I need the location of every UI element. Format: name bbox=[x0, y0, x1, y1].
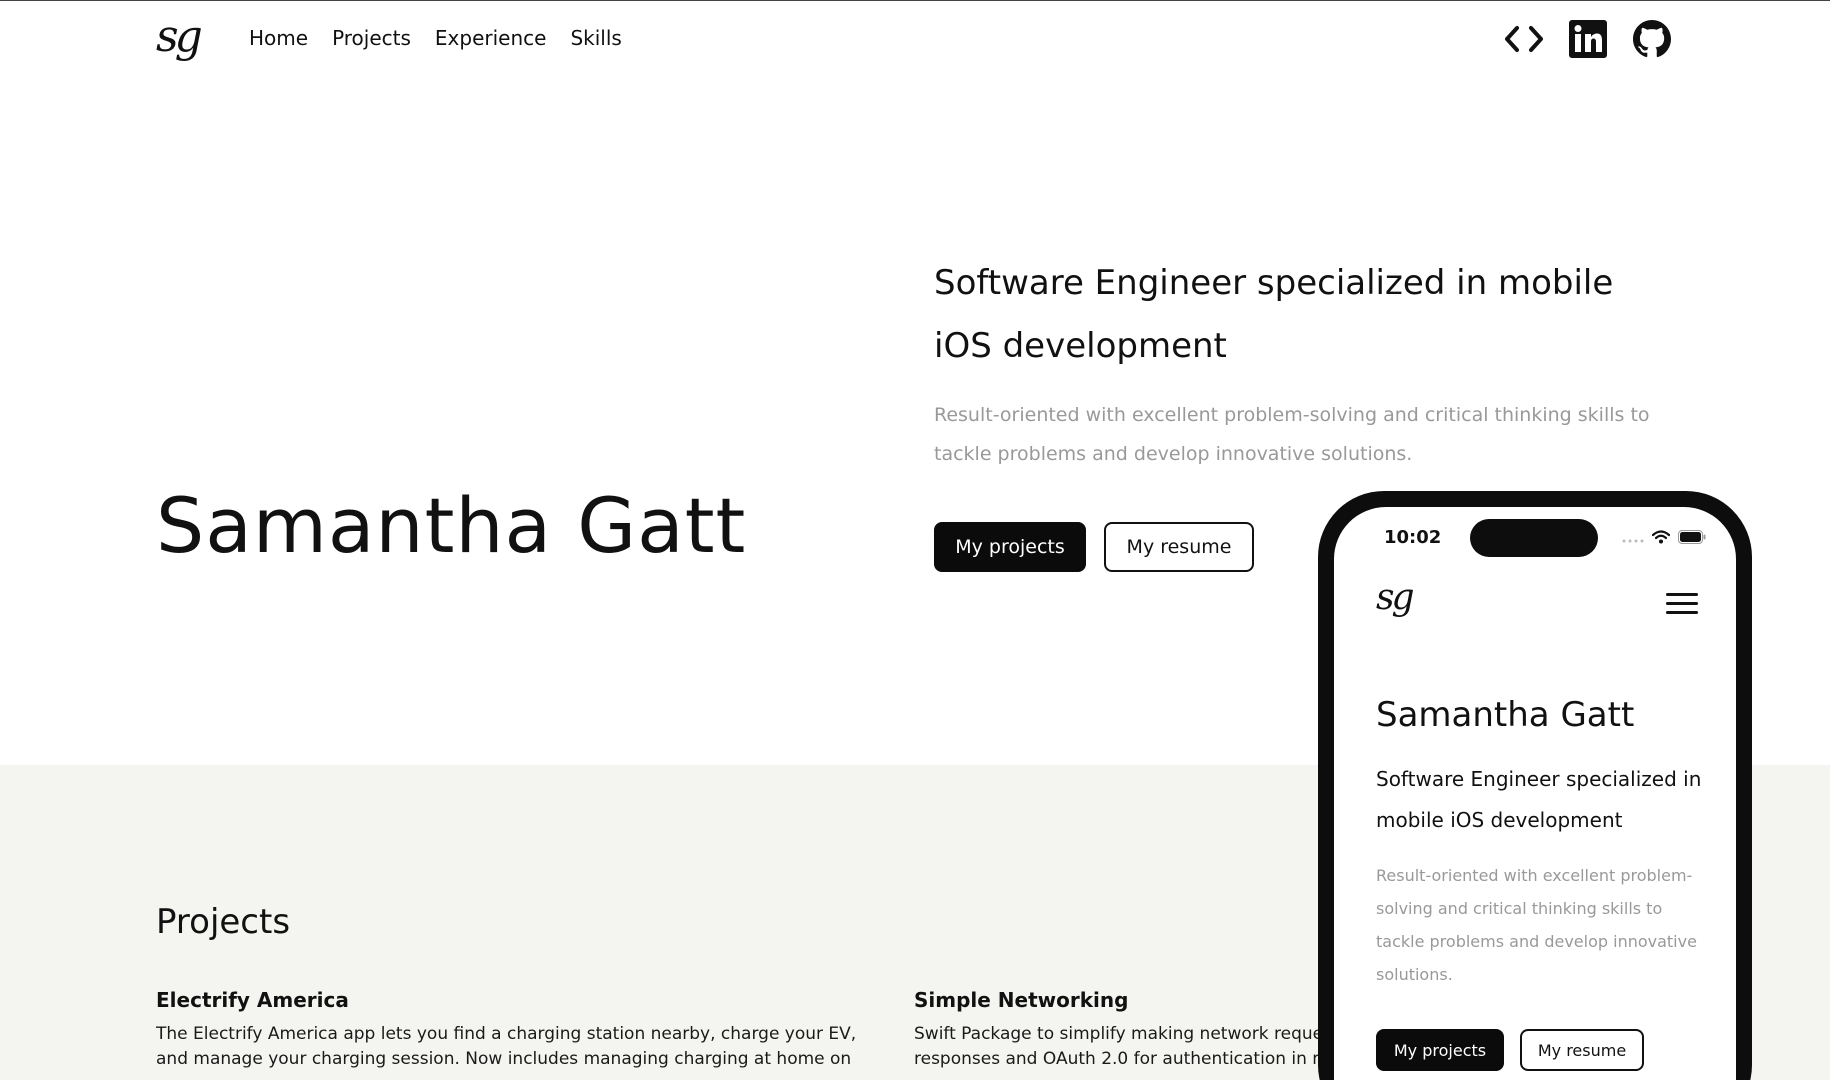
nav-link-skills[interactable]: Skills bbox=[570, 22, 621, 54]
my-projects-button[interactable]: My projects bbox=[934, 522, 1086, 572]
nav-link-experience[interactable]: Experience bbox=[435, 22, 547, 54]
phone-hero-name: Samantha Gatt bbox=[1376, 695, 1635, 735]
project-description: The Electrify America app lets you find … bbox=[156, 1024, 857, 1069]
top-navigation: sg Home Projects Experience Skills bbox=[0, 0, 1830, 76]
status-icons bbox=[1622, 529, 1706, 548]
social-links bbox=[1502, 17, 1674, 61]
project-title: Electrify America bbox=[156, 988, 349, 1012]
nav-link-home[interactable]: Home bbox=[249, 22, 308, 54]
dynamic-island bbox=[1470, 519, 1598, 557]
nav-link-projects[interactable]: Projects bbox=[332, 22, 411, 54]
phone-my-projects-button[interactable]: My projects bbox=[1376, 1029, 1504, 1071]
my-resume-button[interactable]: My resume bbox=[1104, 522, 1254, 572]
phone-my-resume-button[interactable]: My resume bbox=[1520, 1029, 1644, 1071]
project-description: Swift Package to simplify making network… bbox=[914, 1024, 1329, 1069]
phone-screen: 10:02 sg Samantha Gatt Software Engineer… bbox=[1334, 507, 1736, 1080]
hamburger-menu-icon[interactable] bbox=[1666, 593, 1698, 615]
phone-mockup: 10:02 sg Samantha Gatt Software Engineer… bbox=[1318, 491, 1752, 1080]
phone-hero-title: Software Engineer specialized in mobile … bbox=[1376, 767, 1702, 832]
project-card[interactable]: Electrify America The Electrify America … bbox=[156, 986, 876, 1072]
wifi-icon bbox=[1651, 529, 1671, 548]
battery-icon bbox=[1678, 529, 1706, 548]
signal-icon bbox=[1622, 529, 1644, 548]
linkedin-icon[interactable] bbox=[1566, 17, 1610, 61]
code-icon[interactable] bbox=[1502, 17, 1546, 61]
logo[interactable]: sg bbox=[156, 12, 214, 68]
hero-description: Result-oriented with excellent problem-s… bbox=[934, 404, 1650, 465]
github-icon[interactable] bbox=[1630, 17, 1674, 61]
project-title: Simple Networking bbox=[914, 988, 1129, 1012]
portfolio-page: sg Home Projects Experience Skills Saman… bbox=[0, 0, 1830, 1080]
phone-logo[interactable]: sg bbox=[1376, 577, 1426, 623]
phone-hero-description: Result-oriented with excellent problem-s… bbox=[1376, 866, 1697, 984]
status-time: 10:02 bbox=[1384, 527, 1442, 548]
projects-heading: Projects bbox=[156, 902, 291, 942]
hero-title: Software Engineer specialized in mobile … bbox=[934, 263, 1614, 366]
nav-links: Home Projects Experience Skills bbox=[249, 22, 622, 54]
project-card[interactable]: Simple Networking Swift Package to simpl… bbox=[914, 986, 1354, 1072]
hero-name: Samantha Gatt bbox=[156, 481, 747, 570]
